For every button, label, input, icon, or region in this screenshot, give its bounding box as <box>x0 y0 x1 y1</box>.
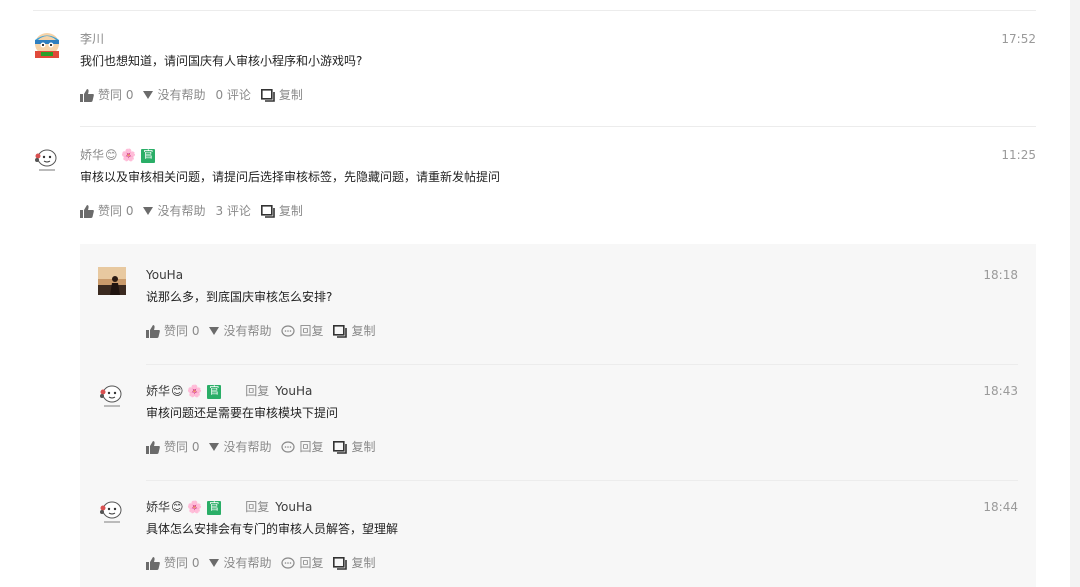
avatar[interactable] <box>33 31 61 59</box>
unhelpful-button[interactable]: 没有帮助 <box>143 203 205 219</box>
unhelpful-button[interactable]: 没有帮助 <box>143 87 205 103</box>
scrollbar[interactable] <box>1070 0 1080 587</box>
unhelpful-label: 没有帮助 <box>223 556 272 570</box>
like-button[interactable]: 赞同 0 <box>80 203 133 219</box>
unhelpful-label: 没有帮助 <box>223 440 272 454</box>
like-button[interactable]: 赞同 0 <box>146 439 199 455</box>
avatar[interactable] <box>98 267 126 295</box>
author-name[interactable]: 李川 <box>80 31 1036 47</box>
reply-word: 回复 <box>245 384 270 398</box>
badge-emojis: 😊 🌸 <box>171 384 203 398</box>
thumbs-up-icon <box>80 88 94 102</box>
reply-button[interactable]: 回复 <box>281 555 323 571</box>
copy-button[interactable]: 复制 <box>333 323 376 339</box>
timestamp: 11:25 <box>1001 148 1036 162</box>
official-badge: 官 <box>141 149 156 163</box>
reply-label: 回复 <box>299 440 324 454</box>
comment-text: 我们也想知道，请问国庆有人审核小程序和小游戏吗? <box>80 54 363 68</box>
speech-bubble-icon <box>281 556 296 569</box>
like-count: 赞同 0 <box>98 88 134 102</box>
triangle-down-icon <box>209 327 220 335</box>
triangle-down-icon <box>209 559 220 567</box>
author-line: 娇华😊 🌸 官 回复 YouHa <box>146 383 1018 399</box>
reply-to-name[interactable]: YouHa <box>275 500 312 514</box>
speech-bubble-icon <box>281 440 296 453</box>
triangle-down-icon <box>209 443 220 451</box>
like-button[interactable]: 赞同 0 <box>80 87 133 103</box>
author-line: 娇华😊 🌸 官 回复 YouHa <box>146 499 1018 515</box>
unhelpful-label: 没有帮助 <box>157 88 206 102</box>
copy-icon <box>333 440 348 454</box>
like-count: 赞同 0 <box>164 324 200 338</box>
top-divider <box>33 10 1036 11</box>
comment-count-button[interactable]: 3 评论 <box>215 203 250 219</box>
copy-button[interactable]: 复制 <box>333 439 376 455</box>
copy-button[interactable]: 复制 <box>260 203 303 219</box>
copy-label: 复制 <box>351 440 376 454</box>
author-name[interactable]: 娇华 <box>146 384 170 398</box>
official-badge: 官 <box>207 501 222 515</box>
author-name[interactable]: 娇华 <box>80 148 104 162</box>
avatar[interactable] <box>98 499 126 527</box>
copy-label: 复制 <box>278 88 303 102</box>
comment-text: 审核以及审核相关问题，请提问后选择审核标签，先隐藏问题，请重新发帖提问 <box>80 170 501 184</box>
timestamp: 18:43 <box>983 384 1018 398</box>
reply-text: 说那么多，到底国庆审核怎么安排? <box>146 290 333 304</box>
badge-emojis: 😊 🌸 <box>171 500 203 514</box>
comment-divider <box>80 126 1036 127</box>
speech-bubble-icon <box>281 324 296 337</box>
badge-emojis: 😊 🌸 <box>105 148 137 162</box>
thumbs-up-icon <box>146 440 160 454</box>
copy-icon <box>260 88 275 102</box>
comment-count-button[interactable]: 0 评论 <box>215 87 250 103</box>
unhelpful-button[interactable]: 没有帮助 <box>209 439 271 455</box>
copy-button[interactable]: 复制 <box>260 87 303 103</box>
like-count: 赞同 0 <box>164 556 200 570</box>
unhelpful-label: 没有帮助 <box>157 204 206 218</box>
timestamp: 18:18 <box>983 268 1018 282</box>
reply-word: 回复 <box>245 500 270 514</box>
like-button[interactable]: 赞同 0 <box>146 323 199 339</box>
timestamp: 18:44 <box>983 500 1018 514</box>
unhelpful-label: 没有帮助 <box>223 324 272 338</box>
timestamp: 17:52 <box>1001 32 1036 46</box>
triangle-down-icon <box>143 207 154 215</box>
copy-icon <box>333 556 348 570</box>
reply-thread: YouHa 18:18 说那么多，到底国庆审核怎么安排? 赞同 0 没有帮助 回… <box>80 244 1036 587</box>
thumbs-up-icon <box>146 556 160 570</box>
copy-icon <box>333 324 348 338</box>
reply-text: 具体怎么安排会有专门的审核人员解答，望理解 <box>146 522 399 536</box>
copy-button[interactable]: 复制 <box>333 555 376 571</box>
like-count: 赞同 0 <box>98 204 134 218</box>
reply-to-name[interactable]: YouHa <box>275 384 312 398</box>
reply-divider <box>146 480 1018 481</box>
author-name[interactable]: 娇华 <box>146 500 170 514</box>
copy-icon <box>260 204 275 218</box>
author-line: 娇华😊 🌸 官 <box>80 147 1036 163</box>
thumbs-up-icon <box>80 204 94 218</box>
thumbs-up-icon <box>146 324 160 338</box>
comment-count: 0 评论 <box>215 88 251 102</box>
reply-text: 审核问题还是需要在审核模块下提问 <box>146 406 339 420</box>
reply-label: 回复 <box>299 556 324 570</box>
reply-button[interactable]: 回复 <box>281 323 323 339</box>
copy-label: 复制 <box>351 324 376 338</box>
reply-button[interactable]: 回复 <box>281 439 323 455</box>
like-count: 赞同 0 <box>164 440 200 454</box>
unhelpful-button[interactable]: 没有帮助 <box>209 323 271 339</box>
author-name[interactable]: YouHa <box>146 267 1018 283</box>
reply-label: 回复 <box>299 324 324 338</box>
like-button[interactable]: 赞同 0 <box>146 555 199 571</box>
unhelpful-button[interactable]: 没有帮助 <box>209 555 271 571</box>
copy-label: 复制 <box>351 556 376 570</box>
avatar[interactable] <box>33 147 61 175</box>
comment-count: 3 评论 <box>215 204 251 218</box>
copy-label: 复制 <box>278 204 303 218</box>
triangle-down-icon <box>143 91 154 99</box>
reply-divider <box>146 364 1018 365</box>
avatar[interactable] <box>98 383 126 411</box>
official-badge: 官 <box>207 385 222 399</box>
